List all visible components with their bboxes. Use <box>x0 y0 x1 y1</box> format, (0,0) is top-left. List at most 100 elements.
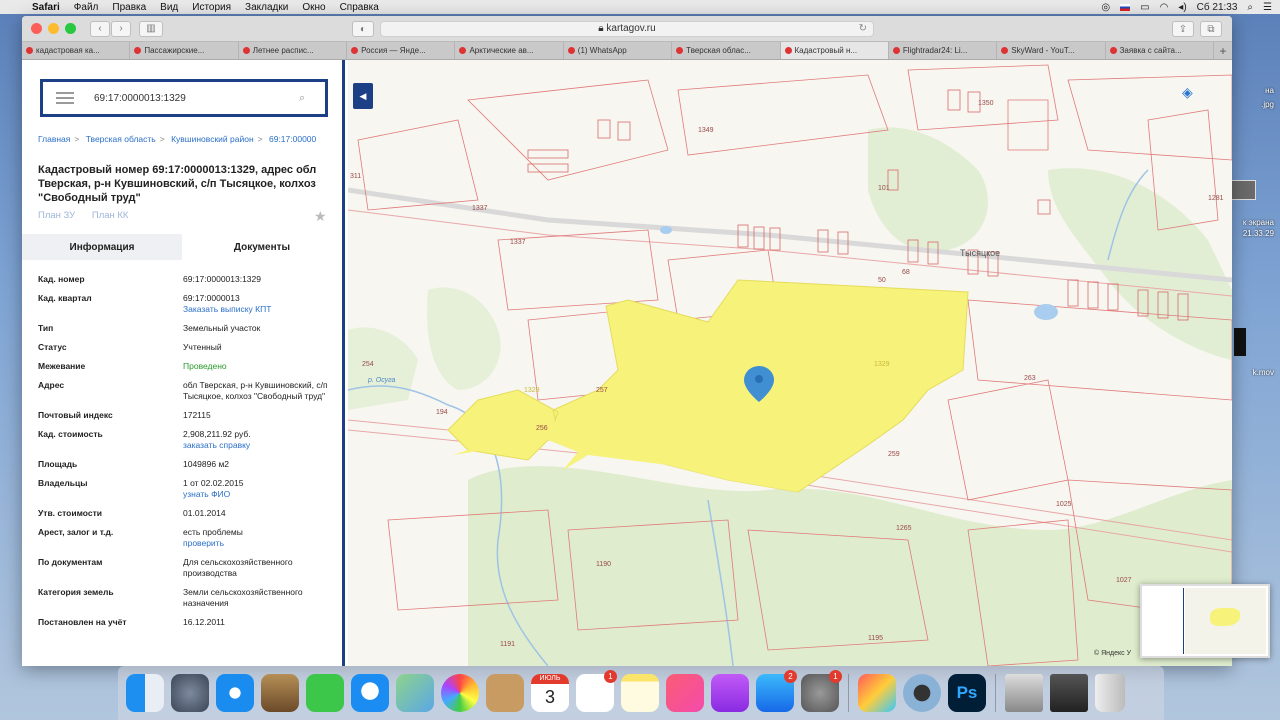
app-store-icon[interactable]: 2 <box>756 670 797 712</box>
quicktime-icon[interactable] <box>903 674 941 712</box>
property-value: 1049896 м2 <box>183 459 230 469</box>
preview-icon[interactable] <box>261 674 299 712</box>
menu-app-name[interactable]: Safari <box>32 2 60 13</box>
tab-documents[interactable]: Документы <box>182 234 342 260</box>
privacy-report-icon[interactable]: ◐ <box>352 21 374 37</box>
address-bar[interactable]: 🔒︎ kartagov.ru ↻ <box>380 21 874 37</box>
contacts-icon[interactable] <box>486 674 524 712</box>
tab-overview-icon[interactable]: ⧉ <box>1200 21 1222 37</box>
search-input[interactable]: 69:17:0000013:1329 <box>94 93 299 104</box>
menu-file[interactable]: Файл <box>74 2 99 13</box>
menu-window[interactable]: Окно <box>302 2 325 13</box>
close-window-button[interactable] <box>31 23 42 34</box>
messages-icon[interactable] <box>351 674 389 712</box>
parcel-number: 1281 <box>1208 195 1224 202</box>
property-action-link[interactable]: заказать справку <box>183 440 338 451</box>
breadcrumb-quarter[interactable]: 69:17:00000 <box>269 134 316 144</box>
menu-view[interactable]: Вид <box>160 2 178 13</box>
browser-tab[interactable]: Кадастровый н... <box>780 42 889 59</box>
browser-tab[interactable]: Flightradar24: Li... <box>889 42 998 59</box>
browser-tab[interactable]: Пассажирские... <box>130 42 239 59</box>
maps-icon[interactable] <box>396 674 434 712</box>
control-center-icon[interactable]: ☰ <box>1263 2 1272 13</box>
back-button[interactable]: ‹ <box>90 20 110 37</box>
browser-tab[interactable]: Заявка с сайта... <box>1106 42 1214 59</box>
property-value-cell: есть проблемы проверить <box>183 527 338 549</box>
screenshot-preview-thumbnail[interactable] <box>1140 584 1270 658</box>
plan-zu-link[interactable]: План ЗУ <box>38 210 75 221</box>
breadcrumb-region[interactable]: Тверская область <box>86 134 156 144</box>
menu-icon[interactable] <box>56 92 74 104</box>
browser-tab-label: Летнее распис... <box>252 46 314 55</box>
reload-icon[interactable]: ↻ <box>859 22 867 36</box>
desktop-file-label[interactable]: на <box>1265 86 1274 95</box>
layers-icon[interactable]: ◈ <box>1182 84 1193 101</box>
notes-icon[interactable] <box>621 674 659 712</box>
cadastral-map[interactable]: 1349 1350 1281 1337 1337 311 254 194 257… <box>348 60 1232 666</box>
property-value-cell: Земельный участок <box>183 323 338 334</box>
dock-separator <box>848 674 849 712</box>
desktop-file-label[interactable]: k.mov <box>1253 368 1274 377</box>
sidebar-toggle-icon[interactable]: ▥ <box>139 20 163 37</box>
safari-icon[interactable] <box>216 674 254 712</box>
browser-tab[interactable]: кадастровая ка... <box>22 42 131 59</box>
photoshop-icon[interactable]: Ps <box>948 674 986 712</box>
browser-tab[interactable]: Тверская облас... <box>672 42 781 59</box>
desktop-video-thumbnail[interactable] <box>1234 328 1246 356</box>
calendar-icon[interactable]: ИЮЛЬ 3 <box>531 674 569 712</box>
final-cut-pro-icon[interactable] <box>858 674 896 712</box>
desktop-file-label[interactable]: к экрана <box>1243 218 1274 227</box>
plan-kk-link[interactable]: План КК <box>92 210 129 221</box>
recent-document-icon[interactable] <box>1005 674 1043 712</box>
battery-icon[interactable]: ▭ <box>1140 2 1149 13</box>
browser-tab[interactable]: (1) WhatsApp <box>564 42 673 59</box>
creative-cloud-icon[interactable]: ◎ <box>1101 2 1110 13</box>
collapse-panel-button[interactable]: ◀ <box>353 83 373 109</box>
browser-tab[interactable]: Арктические ав... <box>455 42 564 59</box>
browser-tab[interactable]: Летнее распис... <box>239 42 348 59</box>
menu-help[interactable]: Справка <box>340 2 379 13</box>
share-icon[interactable]: ⇪ <box>1172 21 1194 37</box>
parcel-number: 254 <box>362 361 374 368</box>
sound-icon[interactable]: ◂) <box>1178 2 1186 13</box>
desktop-file-label[interactable]: .jpg <box>1261 100 1274 109</box>
property-value-cell: обл Тверская, р-н Кувшиновский, с/п Тыся… <box>183 380 338 402</box>
menu-history[interactable]: История <box>192 2 231 13</box>
property-action-link[interactable]: проверить <box>183 538 338 549</box>
recent-document-icon[interactable] <box>1050 674 1088 712</box>
property-action-link[interactable]: узнать ФИО <box>183 489 338 500</box>
favorite-star-icon[interactable]: ★ <box>314 208 327 225</box>
input-language-flag-icon[interactable] <box>1120 3 1131 11</box>
reminders-icon[interactable]: 1 <box>576 670 617 712</box>
map-canvas[interactable]: 1349 1350 1281 1337 1337 311 254 194 257… <box>348 60 1232 666</box>
breadcrumb-district[interactable]: Кувшиновский район <box>171 134 254 144</box>
breadcrumb-home[interactable]: Главная <box>38 134 70 144</box>
menu-bookmarks[interactable]: Закладки <box>245 2 288 13</box>
desktop-file-label[interactable]: 21.33.29 <box>1243 229 1274 238</box>
new-tab-button[interactable]: + <box>1214 42 1232 59</box>
zoom-window-button[interactable] <box>65 23 76 34</box>
minimize-window-button[interactable] <box>48 23 59 34</box>
photos-icon[interactable] <box>441 674 479 712</box>
browser-tab[interactable]: SkyWard - YouT... <box>997 42 1106 59</box>
spotlight-icon[interactable]: ⌕ <box>1247 2 1253 13</box>
property-row: Почтовый индекс 172115 <box>38 410 338 421</box>
wifi-icon[interactable]: ◠ <box>1160 2 1169 13</box>
podcasts-icon[interactable] <box>711 674 749 712</box>
property-value: Для сельскохозяйственного производства <box>183 557 293 578</box>
forward-button[interactable]: › <box>111 20 131 37</box>
tab-information[interactable]: Информация <box>22 234 182 260</box>
search-box[interactable]: 69:17:0000013:1329 ⌕ <box>40 79 328 117</box>
finder-icon[interactable] <box>126 674 164 712</box>
system-preferences-icon[interactable]: 1 <box>801 670 842 712</box>
launchpad-icon[interactable] <box>171 674 209 712</box>
menu-edit[interactable]: Правка <box>112 2 146 13</box>
property-action-link[interactable]: Заказать выписку КПТ <box>183 304 338 315</box>
menubar-clock[interactable]: Сб 21:33 <box>1197 2 1238 13</box>
desktop-screenshot-thumbnail[interactable] <box>1230 180 1256 200</box>
music-icon[interactable] <box>666 674 704 712</box>
browser-tab[interactable]: Россия — Янде... <box>347 42 456 59</box>
facetime-icon[interactable] <box>306 674 344 712</box>
search-icon[interactable]: ⌕ <box>299 92 317 105</box>
trash-icon[interactable] <box>1095 674 1125 712</box>
